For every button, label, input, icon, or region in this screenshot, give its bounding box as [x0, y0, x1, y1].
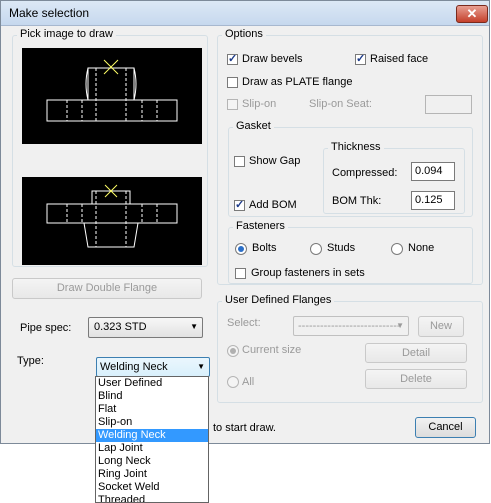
new-button[interactable]: New — [418, 316, 464, 337]
draw-bevels-label: Draw bevels — [242, 53, 303, 65]
flange-single-drawing — [46, 59, 178, 122]
add-bom-checkbox[interactable] — [234, 198, 245, 211]
flange-image-single[interactable] — [22, 48, 202, 144]
thickness-label: Thickness — [328, 141, 384, 153]
make-selection-dialog: Make selection ✕ Pick image to draw Draw… — [0, 0, 490, 444]
show-gap-checkbox[interactable] — [234, 156, 245, 167]
pipe-spec-value: 0.323 STD — [94, 321, 147, 333]
type-label: Type: — [17, 355, 44, 367]
pipe-spec-select[interactable]: 0.323 STD ▼ — [88, 317, 203, 338]
type-option-selected[interactable]: Welding Neck — [96, 429, 208, 442]
show-gap-label: Show Gap — [249, 155, 301, 167]
window-title: Make selection — [9, 6, 90, 20]
select-label: Select: — [227, 317, 261, 329]
slip-on-seat-label: Slip-on Seat: — [309, 98, 372, 110]
bom-thk-label: BOM Thk: — [332, 195, 382, 207]
type-dropdown-list: User Defined Blind Flat Slip-on Welding … — [95, 376, 209, 503]
pick-image-label: Pick image to draw — [17, 28, 116, 40]
studs-label: Studs — [327, 242, 356, 254]
bolts-radio[interactable] — [235, 243, 247, 255]
raised-face-checkbox[interactable] — [355, 52, 366, 65]
pipe-spec-label: Pipe spec: — [20, 322, 72, 334]
type-option[interactable]: Socket Weld — [96, 481, 208, 494]
none-radio[interactable] — [391, 243, 403, 255]
type-option[interactable]: User Defined — [96, 377, 208, 390]
none-label: None — [408, 242, 435, 254]
footer-hint: to start draw. — [213, 422, 276, 434]
flange-image-welding-neck[interactable] — [22, 177, 202, 265]
chevron-down-icon: ▼ — [190, 322, 198, 331]
user-flange-select[interactable]: ---------------------------- ▼ — [293, 316, 409, 336]
draw-bevels-checkbox[interactable] — [227, 52, 238, 65]
cancel-button[interactable]: Cancel — [415, 417, 476, 438]
chevron-down-icon: ▼ — [396, 321, 404, 330]
draw-double-flange-button[interactable]: Draw Double Flange — [12, 278, 202, 299]
user-flange-select-value: ---------------------------- — [298, 320, 401, 332]
options-label: Options — [222, 28, 266, 40]
all-label: All — [242, 376, 255, 388]
flange-welding-neck-drawing — [46, 184, 178, 248]
compressed-input[interactable]: 0.094 — [411, 162, 455, 181]
draw-as-plate-label: Draw as PLATE flange — [242, 76, 353, 88]
type-select[interactable]: Welding Neck ▼ — [96, 357, 210, 377]
slip-on-label: Slip-on — [242, 98, 277, 110]
raised-face-label: Raised face — [370, 53, 429, 65]
slip-on-checkbox[interactable] — [227, 99, 238, 110]
chevron-down-icon: ▼ — [197, 362, 205, 371]
type-option[interactable]: Blind — [96, 390, 208, 403]
title-bar: Make selection ✕ — [1, 1, 489, 26]
all-radio[interactable] — [227, 376, 239, 388]
type-option[interactable]: Ring Joint — [96, 468, 208, 481]
studs-radio[interactable] — [310, 243, 322, 255]
type-value: Welding Neck — [100, 361, 168, 373]
compressed-label: Compressed: — [332, 167, 398, 179]
current-size-label: Current size — [242, 344, 302, 356]
bom-thk-input[interactable]: 0.125 — [411, 191, 455, 210]
slip-on-seat-input[interactable] — [425, 95, 472, 114]
type-option[interactable]: Long Neck — [96, 455, 208, 468]
group-fasteners-label: Group fasteners in sets — [251, 267, 365, 279]
type-option[interactable]: Threaded — [96, 494, 208, 502]
bolts-label: Bolts — [252, 242, 277, 254]
gasket-label: Gasket — [233, 120, 274, 132]
delete-button[interactable]: Delete — [365, 369, 467, 389]
current-size-radio[interactable] — [227, 345, 239, 357]
type-option[interactable]: Slip-on — [96, 416, 208, 429]
draw-as-plate-checkbox[interactable] — [227, 77, 238, 88]
close-button[interactable]: ✕ — [456, 5, 488, 23]
type-option[interactable]: Flat — [96, 403, 208, 416]
add-bom-label: Add BOM — [249, 199, 297, 211]
fasteners-label: Fasteners — [233, 220, 288, 232]
type-option[interactable]: Lap Joint — [96, 442, 208, 455]
detail-button[interactable]: Detail — [365, 343, 467, 363]
user-defined-flanges-label: User Defined Flanges — [222, 294, 335, 306]
group-fasteners-checkbox[interactable] — [235, 268, 246, 279]
